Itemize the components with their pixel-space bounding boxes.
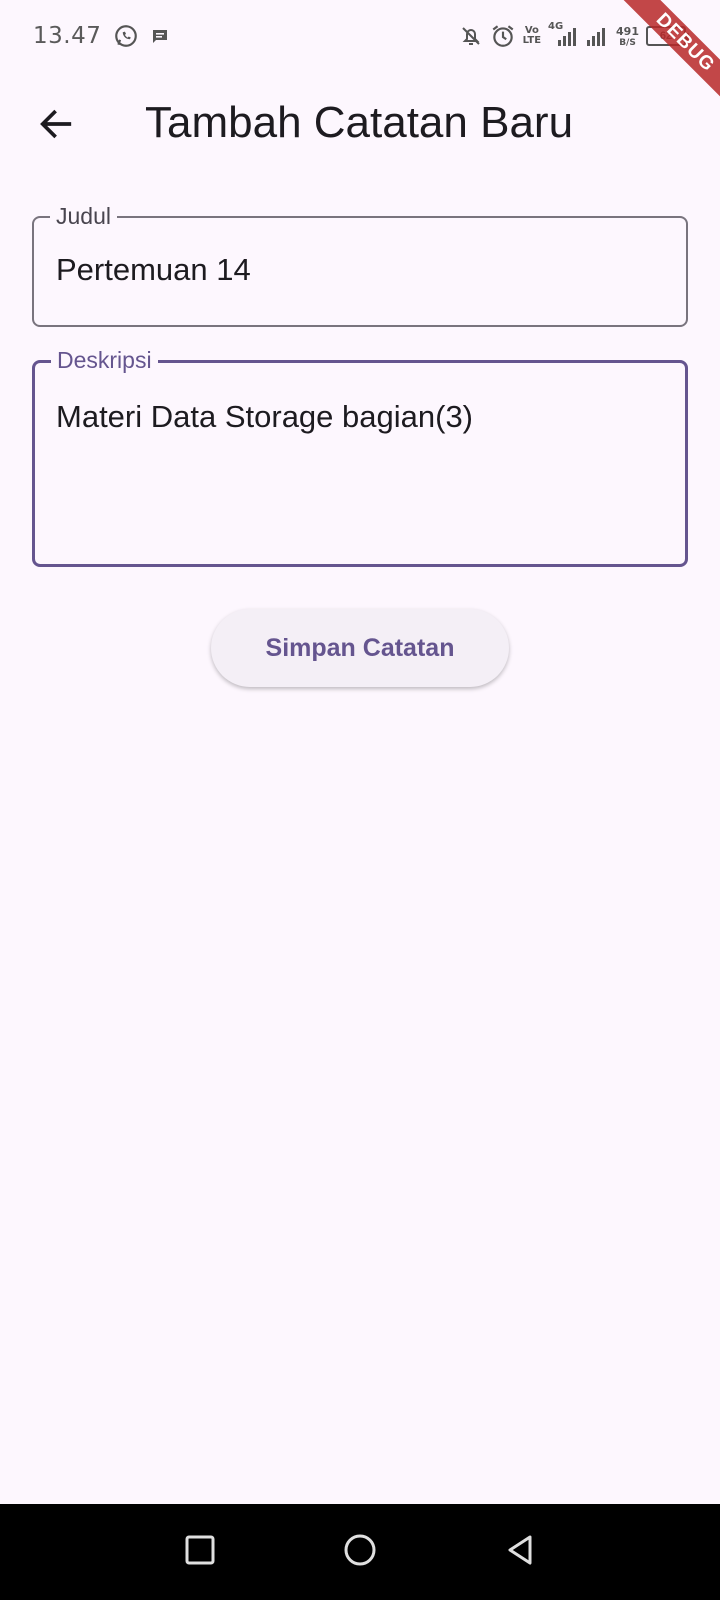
bell-off-icon bbox=[459, 24, 483, 48]
volte-bottom: LTE bbox=[522, 35, 542, 46]
status-left: 13.47 bbox=[33, 23, 169, 49]
status-time: 13.47 bbox=[33, 23, 102, 49]
navigation-bar bbox=[0, 1504, 720, 1600]
arrow-left-icon bbox=[36, 104, 76, 149]
page-title: Tambah Catatan Baru bbox=[145, 98, 574, 147]
judul-field[interactable]: Judul bbox=[32, 202, 688, 327]
judul-input[interactable] bbox=[56, 252, 666, 288]
deskripsi-input[interactable]: Materi Data Storage bagian(3) bbox=[56, 399, 666, 435]
save-button[interactable]: Simpan Catatan bbox=[211, 609, 509, 687]
speed-unit: B/S bbox=[619, 37, 636, 48]
recents-button[interactable] bbox=[170, 1522, 230, 1582]
message-icon bbox=[151, 27, 169, 45]
signal-icon bbox=[585, 24, 609, 48]
deskripsi-label: Deskripsi bbox=[51, 346, 158, 374]
deskripsi-field[interactable]: Deskripsi Materi Data Storage bagian(3) bbox=[32, 346, 688, 567]
signal-4g-icon: 4G bbox=[548, 21, 578, 48]
volte-icon: Vo LTE bbox=[523, 26, 541, 46]
speed-value: 491 bbox=[616, 24, 639, 38]
home-button[interactable] bbox=[330, 1522, 390, 1582]
network-speed: 491 B/S bbox=[616, 25, 639, 48]
nav-back-button[interactable] bbox=[490, 1522, 550, 1582]
whatsapp-icon bbox=[113, 23, 139, 49]
network-type: 4G bbox=[548, 21, 564, 32]
circle-home-icon bbox=[342, 1532, 378, 1573]
judul-label: Judul bbox=[50, 202, 117, 230]
alarm-icon bbox=[490, 23, 516, 49]
back-button[interactable] bbox=[24, 94, 88, 158]
app-bar: Tambah Catatan Baru bbox=[0, 72, 720, 184]
square-recents-icon bbox=[183, 1533, 217, 1572]
status-bar: 13.47 Vo LTE 4G 491 B/S 62 bbox=[0, 0, 720, 72]
triangle-back-icon bbox=[503, 1533, 537, 1572]
